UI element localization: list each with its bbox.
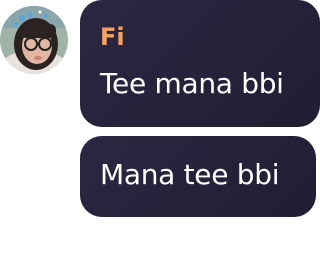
message-bubble[interactable]: Fi Tee mana bbi <box>80 0 320 127</box>
message-text: Mana tee bbi <box>100 158 280 191</box>
message-bubble[interactable]: Mana tee bbi <box>80 136 316 217</box>
avatar-photo-icon <box>0 6 68 74</box>
avatar[interactable] <box>0 6 68 74</box>
message-text: Tee mana bbi <box>100 67 284 100</box>
sender-name: Fi <box>100 23 125 51</box>
